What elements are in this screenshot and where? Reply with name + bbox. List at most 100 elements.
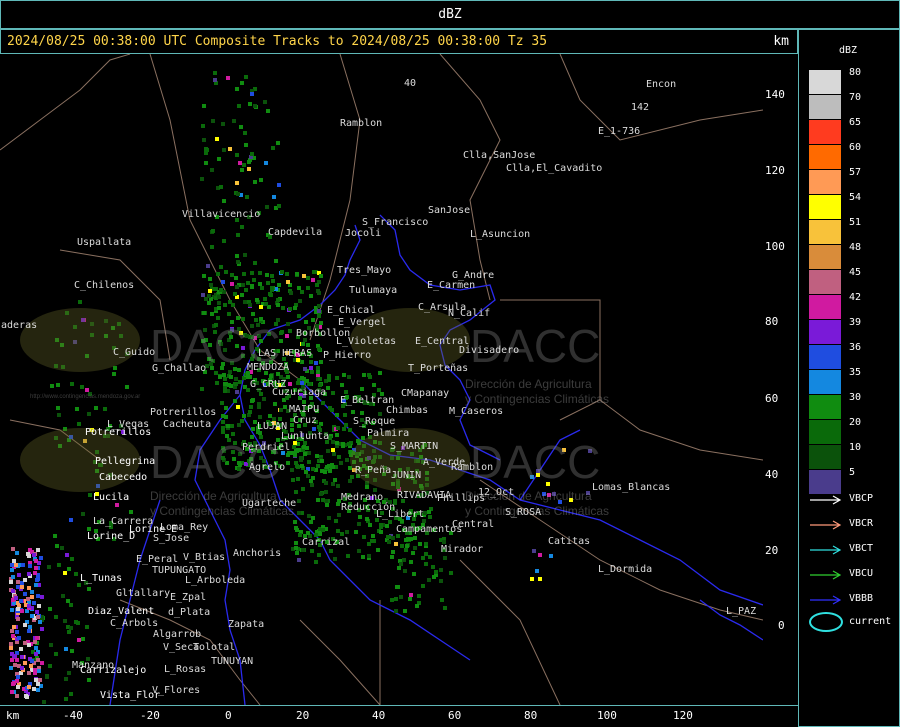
echo-pixel xyxy=(538,553,542,557)
echo-pixel xyxy=(27,643,31,647)
x-axis: km -40 -20 0 20 40 60 80 100 120 xyxy=(0,705,798,727)
place-label: Tolotal xyxy=(193,642,235,653)
echo-pixel xyxy=(234,377,238,381)
echo-pixel xyxy=(42,700,46,704)
place-label: C_Chilenos xyxy=(74,280,134,291)
legend-swatch-70 xyxy=(809,95,841,119)
x-axis-unit: km xyxy=(6,709,20,722)
echo-pixel xyxy=(326,386,330,390)
echo-pixel xyxy=(226,424,230,428)
echo-pixel xyxy=(362,535,366,539)
echo-pixel xyxy=(309,520,313,524)
echo-pixel xyxy=(300,381,304,385)
echo-pixel xyxy=(60,546,64,550)
station-label: Lorine_D xyxy=(87,531,135,542)
echo-pixel xyxy=(32,601,36,605)
echo-pixel xyxy=(33,571,37,575)
echo-pixel xyxy=(204,161,208,165)
echo-pixel xyxy=(351,410,355,414)
y-tick-label: 100 xyxy=(765,240,785,253)
echo-pixel xyxy=(290,468,294,472)
echo-pixel xyxy=(112,372,116,376)
echo-pixel xyxy=(302,274,306,278)
map-canvas[interactable]: DACC DACC Dirección de Agricultura y Con… xyxy=(0,53,764,706)
echo-pixel xyxy=(297,499,301,503)
echo-pixel xyxy=(269,293,273,297)
echo-pixel xyxy=(347,442,351,446)
echo-pixel xyxy=(316,289,320,293)
echo-pixel xyxy=(67,630,71,634)
echo-pixel xyxy=(16,685,20,689)
legend-swatch-30 xyxy=(809,395,841,419)
place-label: Villavicencio xyxy=(182,209,260,220)
echo-pixel xyxy=(333,478,337,482)
echo-pixel xyxy=(314,361,318,365)
echo-pixel xyxy=(270,274,274,278)
echo-pixel xyxy=(251,427,255,431)
echo-pixel xyxy=(11,634,15,638)
echo-pixel xyxy=(337,513,341,517)
place-label: E_Carmen xyxy=(427,280,475,291)
echo-pixel xyxy=(20,585,24,589)
echo-pixel xyxy=(399,595,403,599)
station-label: Diaz_Valent xyxy=(88,606,154,617)
echo-pixel xyxy=(361,555,365,559)
echo-pixel xyxy=(63,619,67,623)
legend-swatch-48 xyxy=(809,245,841,269)
echo-pixel xyxy=(344,390,348,394)
echo-pixel xyxy=(367,554,371,558)
x-tick-label: 100 xyxy=(597,709,617,722)
place-label: L_Dormida xyxy=(598,564,652,575)
echo-pixel xyxy=(340,532,344,536)
x-tick-label: 80 xyxy=(524,709,538,722)
echo-pixel xyxy=(530,577,534,581)
place-label: Zapata xyxy=(228,619,264,630)
echo-pixel xyxy=(285,334,289,338)
echo-pixel xyxy=(379,523,383,527)
legend-value-80: 80 xyxy=(849,67,862,78)
echo-pixel xyxy=(238,380,242,384)
echo-pixel xyxy=(297,314,301,318)
echo-pixel xyxy=(200,387,204,391)
echo-pixel xyxy=(208,289,212,293)
place-label: Agrelo xyxy=(249,462,285,473)
echo-pixel xyxy=(38,620,42,624)
echo-pixel xyxy=(300,376,304,380)
echo-pixel xyxy=(10,608,14,612)
echo-pixel xyxy=(250,285,254,289)
echo-pixel xyxy=(405,544,409,548)
echo-pixel xyxy=(16,617,20,621)
place-label: Divisadero xyxy=(459,345,519,356)
echo-pixel xyxy=(317,347,321,351)
echo-pixel xyxy=(331,482,335,486)
echo-pixel xyxy=(27,685,31,689)
echo-pixel xyxy=(283,405,287,409)
echo-pixel xyxy=(81,512,85,516)
echo-pixel xyxy=(335,441,339,445)
echo-pixel xyxy=(125,385,129,389)
echo-pixel xyxy=(53,534,57,538)
echo-pixel xyxy=(70,649,74,653)
radar-map[interactable]: DACC DACC Dirección de Agricultura y Con… xyxy=(0,53,764,706)
echo-pixel xyxy=(362,373,366,377)
echo-pixel xyxy=(202,104,206,108)
echo-pixel xyxy=(306,276,310,280)
y-tick-label: 40 xyxy=(765,468,779,481)
echo-pixel xyxy=(331,391,335,395)
echo-pixel xyxy=(204,147,208,151)
echo-pixel xyxy=(342,427,346,431)
echo-pixel xyxy=(350,475,354,479)
track-arrow-icon-vbcu xyxy=(810,570,842,580)
legend-swatch-36 xyxy=(809,345,841,369)
place-label: E_Chical xyxy=(327,305,375,316)
echo-pixel xyxy=(358,515,362,519)
echo-pixel xyxy=(67,671,71,675)
place-label: Ramblon xyxy=(451,462,493,473)
echo-pixel xyxy=(249,405,253,409)
echo-pixel xyxy=(207,301,211,305)
echo-pixel xyxy=(64,647,68,651)
track-arrow-icon-vbbb xyxy=(810,595,842,605)
echo-pixel xyxy=(250,152,254,156)
echo-pixel xyxy=(385,524,389,528)
place-label: Anchoris xyxy=(233,548,281,559)
